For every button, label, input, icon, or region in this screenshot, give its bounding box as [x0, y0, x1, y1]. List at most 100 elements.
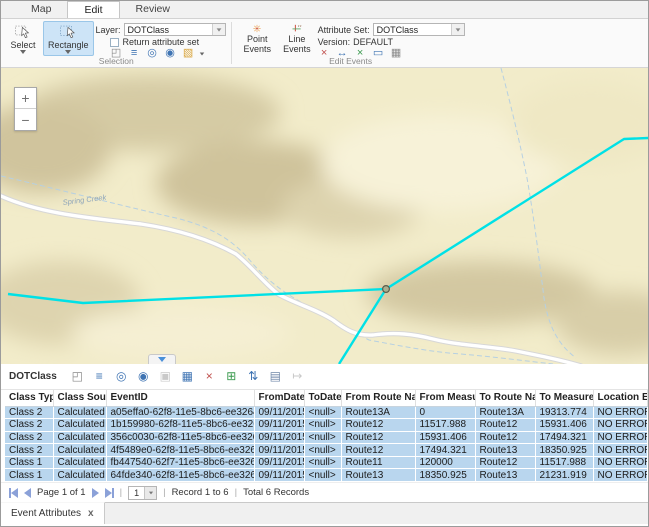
table-cell: Route13 [475, 444, 535, 457]
column-header[interactable]: FromDate [254, 390, 304, 406]
zoom-to-selection-icon[interactable]: ◎ [115, 371, 128, 382]
table-cell: 09/11/2015 [254, 431, 304, 444]
table-cell: a05effa0-62f8-11e5-8bc6-ee32641d5ec9 [106, 406, 254, 419]
pager: Page 1 of 1 | 1 | Record 1 to 6 | Total … [1, 482, 648, 502]
tab-event-attributes-label: Event Attributes [11, 508, 81, 519]
table-header-row: Class TypeClass SourceEventIDFromDateToD… [5, 390, 648, 406]
first-page-button[interactable] [9, 488, 18, 498]
sort-icon[interactable]: ⇅ [247, 371, 260, 382]
select-button[interactable]: Select [5, 21, 41, 56]
tab-event-attributes[interactable]: Event Attributes x [1, 502, 105, 524]
measure-range-icon[interactable]: ↦ [291, 371, 304, 382]
table-cell: 15931.406 [415, 431, 475, 444]
close-icon[interactable]: x [88, 508, 94, 519]
group-separator [231, 22, 232, 64]
table-cell: 11517.988 [535, 456, 593, 469]
next-page-button[interactable] [92, 488, 99, 498]
add-event-icon[interactable]: ⊞ [225, 371, 238, 382]
attribute-table-wrap: Class TypeClass SourceEventIDFromDateToD… [1, 390, 648, 482]
column-header[interactable]: Class Source [53, 390, 106, 406]
table-cell: Route12 [341, 431, 415, 444]
table-cell: Route12 [475, 431, 535, 444]
table-row[interactable]: Class 1Calculated64fde340-62f8-11e5-8bc6… [5, 469, 648, 482]
chevron-down-icon[interactable] [199, 52, 204, 55]
table-row[interactable]: Class 2Calculated356c0030-62f8-11e5-8bc6… [5, 431, 648, 444]
last-page-button[interactable] [105, 488, 114, 498]
page-number-value: 1 [129, 488, 144, 498]
switch-view-icon[interactable]: ▦ [181, 371, 194, 382]
table-cell: Calculated [53, 406, 106, 419]
select-button-label: Select [10, 40, 35, 50]
delete-event-icon[interactable]: × [203, 371, 216, 382]
edit-events-group: Point Events Line Events Attribute Set: … [233, 20, 469, 66]
table-cell: Calculated [53, 444, 106, 457]
table-cell: 0 [415, 406, 475, 419]
panel-toolbar: DOTClass ◰≡◎◉▣▦×⊞⇅▤↦ [1, 364, 648, 390]
table-cell: fb447540-62f7-11e5-8bc6-ee32641d5ec9 [106, 456, 254, 469]
column-header[interactable]: To Measure [535, 390, 593, 406]
column-header[interactable]: From Route Name [341, 390, 415, 406]
attribute-set-dropdown[interactable]: DOTClass [373, 23, 465, 36]
table-cell: NO ERROR [593, 469, 648, 482]
table-cell: Class 1 [5, 469, 53, 482]
route-junction-vertex[interactable] [383, 286, 390, 293]
layer-dropdown-value: DOTClass [125, 25, 212, 35]
table-row[interactable]: Class 2Calculated1b159980-62f8-11e5-8bc6… [5, 419, 648, 432]
column-header[interactable]: Location Error [593, 390, 648, 406]
table-cell: 120000 [415, 456, 475, 469]
column-header[interactable]: From Measure [415, 390, 475, 406]
rectangle-button[interactable]: Rectangle [43, 21, 94, 56]
table-row[interactable]: Class 2Calculateda05effa0-62f8-11e5-8bc6… [5, 406, 648, 419]
zoom-out-button[interactable]: − [15, 109, 36, 130]
page-text: Page 1 of 1 [37, 487, 86, 498]
line-events-button[interactable]: Line Events [278, 21, 316, 56]
map-view[interactable]: Spring Creek + − [1, 68, 648, 364]
tab-review[interactable]: Review [120, 1, 186, 18]
return-attribute-set-label: Return attribute set [123, 37, 200, 47]
attribute-form-icon[interactable]: ▤ [269, 371, 282, 382]
selection-options: Layer: DOTClass Return attribute set ◰≡◎… [96, 21, 226, 56]
view-rows-icon[interactable]: ≡ [93, 371, 106, 382]
table-cell: NO ERROR [593, 406, 648, 419]
table-cell: Route13 [341, 469, 415, 482]
return-attribute-set-checkbox[interactable] [110, 38, 119, 47]
tab-map[interactable]: Map [15, 1, 67, 18]
rectangle-tool-icon [55, 24, 81, 39]
column-header[interactable]: To Route Name [475, 390, 535, 406]
table-cell: Class 2 [5, 431, 53, 444]
record-range-text: Record 1 to 6 [172, 487, 229, 498]
column-header[interactable]: Class Type [5, 390, 53, 406]
tab-edit[interactable]: Edit [67, 1, 119, 18]
page-number-select[interactable]: 1 [128, 486, 157, 500]
pan-to-selection-icon[interactable]: ◉ [137, 371, 150, 382]
table-row[interactable]: Class 1Calculatedfb447540-62f7-11e5-8bc6… [5, 456, 648, 469]
table-cell: <null> [304, 469, 341, 482]
rectangle-button-label: Rectangle [48, 40, 89, 50]
column-header[interactable]: EventID [106, 390, 254, 406]
point-events-button[interactable]: Point Events [239, 21, 277, 56]
point-events-icon [244, 24, 270, 33]
pager-separator: | [163, 487, 165, 498]
chevron-down-icon[interactable] [212, 24, 225, 35]
layer-dropdown[interactable]: DOTClass [124, 23, 226, 36]
column-header[interactable]: ToDate [304, 390, 341, 406]
panel-collapse-button[interactable] [148, 354, 176, 364]
prev-page-button[interactable] [24, 488, 31, 498]
chevron-down-icon [65, 50, 71, 54]
select-events-icon[interactable]: ◰ [71, 371, 84, 382]
zoom-in-button[interactable]: + [15, 88, 36, 109]
version-label: Version: [318, 37, 351, 47]
bottom-tab-bar: Event Attributes x [1, 502, 648, 524]
table-cell: 1b159980-62f8-11e5-8bc6-ee32641d5ec9 [106, 419, 254, 432]
pager-separator: | [120, 487, 122, 498]
pager-separator: | [235, 487, 237, 498]
map-canvas: Spring Creek [1, 68, 648, 364]
table-row[interactable]: Class 2Calculated4f5489e0-62f8-11e5-8bc6… [5, 444, 648, 457]
table-cell: 356c0030-62f8-11e5-8bc6-ee32641d5ec9 [106, 431, 254, 444]
table-cell: Class 1 [5, 456, 53, 469]
chevron-down-icon[interactable] [451, 24, 464, 35]
save-icon[interactable]: ▣ [159, 371, 172, 382]
table-cell: NO ERROR [593, 431, 648, 444]
table-cell: NO ERROR [593, 419, 648, 432]
chevron-down-icon[interactable] [144, 487, 156, 499]
